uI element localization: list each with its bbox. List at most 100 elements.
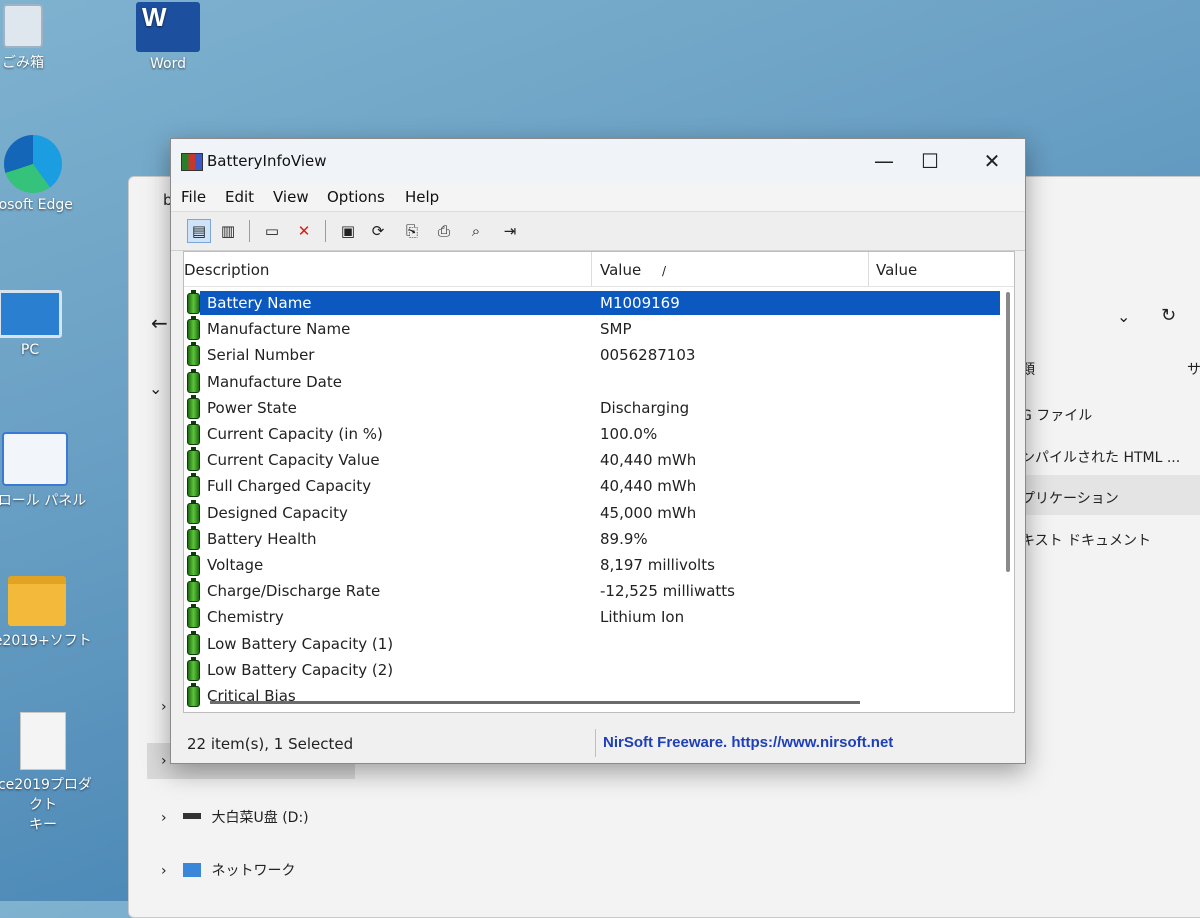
battery-info-mode-icon[interactable]: ▤ [187, 219, 211, 243]
column-header-description[interactable]: Description [184, 261, 269, 279]
row-description: Designed Capacity [207, 503, 348, 522]
nirsoft-link[interactable]: NirSoft Freeware. https://www.nirsoft.ne… [603, 734, 893, 751]
chevron-right-icon[interactable]: › [161, 699, 167, 715]
edge-icon [4, 135, 62, 193]
table-row[interactable]: Manufacture Name SMP [184, 315, 1002, 341]
chevron-right-icon: › [161, 810, 167, 826]
row-description: Low Battery Capacity (2) [207, 660, 394, 679]
table-row[interactable]: Current Capacity (in %) 100.0% [184, 420, 1002, 446]
status-bar: 22 item(s), 1 Selected NirSoft Freeware.… [183, 729, 1019, 759]
row-value: 100.0% [600, 425, 658, 443]
battery-info-list[interactable]: Description Value / Value Battery Name M1… [183, 251, 1015, 713]
menu-help[interactable]: Help [405, 188, 439, 206]
desktop-icon-label: ice2019プロダクト キー [0, 777, 92, 833]
row-description: Voltage [207, 556, 264, 574]
table-row[interactable]: Manufacture Date [184, 368, 1002, 394]
column-header-row: Description Value / Value [184, 252, 1014, 287]
row-description: Battery Health [207, 529, 317, 548]
column-header-value-2[interactable]: Value [876, 261, 917, 279]
chevron-right-icon[interactable]: › [161, 753, 167, 769]
nav-item-label: ネットワーク [211, 863, 296, 879]
save-icon[interactable]: ▣ [337, 220, 359, 242]
file-type-item[interactable]: キスト ドキュメント [1021, 530, 1151, 550]
table-row[interactable]: Charge/Discharge Rate -12,525 milliwatts [184, 577, 1002, 603]
row-description: Serial Number [207, 346, 315, 365]
refresh-icon[interactable]: ⟳ [367, 220, 389, 242]
menu-file[interactable]: File [181, 188, 206, 206]
battery-icon [187, 630, 200, 655]
battery-log-mode-icon[interactable]: ▥ [217, 220, 239, 242]
minimize-button[interactable]: — [861, 147, 907, 175]
table-row[interactable]: Voltage 8,197 millivolts [184, 551, 1002, 577]
row-value: 0056287103 [600, 346, 696, 365]
desktop-icon-document[interactable]: ice2019プロダクト キー [0, 712, 98, 834]
table-row[interactable]: Low Battery Capacity (2) [184, 656, 1002, 682]
menu-bar: File Edit View Options Help [171, 183, 1025, 212]
copy-icon[interactable]: ⎘ [401, 220, 423, 242]
table-row[interactable]: Designed Capacity 45,000 mWh [184, 499, 1002, 525]
row-value: -12,525 milliwatts [600, 582, 735, 601]
control-panel-icon [2, 432, 68, 486]
file-type-item[interactable]: プリケーション [1021, 488, 1119, 508]
desktop-icon-pc[interactable]: PC [0, 290, 85, 358]
desktop-icon-label: Word [150, 56, 186, 72]
recycle-bin-icon [3, 4, 43, 48]
battery-icon [187, 421, 200, 445]
report-icon[interactable]: ⎙ [433, 220, 455, 242]
properties-icon[interactable]: ▭ [261, 220, 283, 242]
desktop-icon-label: ごみ箱 [2, 55, 44, 71]
desktop-icon-word[interactable]: W Word [113, 2, 223, 72]
menu-view[interactable]: View [273, 188, 309, 206]
toolbar: ▤ ▥ ▭ ✕ ▣ ⟳ ⎘ ⎙ ⌕ ⇥ [171, 212, 1025, 251]
table-row[interactable]: Full Charged Capacity 40,440 mWh [184, 472, 1002, 498]
chevron-down-icon[interactable]: ⌄ [149, 379, 162, 398]
vertical-scrollbar[interactable] [1006, 292, 1010, 572]
table-row[interactable]: Chemistry Lithium Ion [184, 603, 1002, 629]
desktop-icon-label: PC [20, 342, 40, 358]
menu-options[interactable]: Options [327, 188, 385, 206]
battery-icon [187, 473, 200, 498]
row-value: Lithium Ion [600, 608, 685, 627]
desktop-icon-recycle-bin[interactable]: ごみ箱 [0, 4, 78, 72]
column-divider[interactable] [591, 252, 592, 286]
row-description: Current Capacity (in %) [207, 425, 383, 443]
back-arrow-icon[interactable]: ← [151, 311, 168, 335]
row-value: 45,000 mWh [600, 503, 697, 522]
desktop-icon-edge[interactable]: rosoft Edge [0, 135, 88, 213]
row-value: Discharging [600, 398, 690, 417]
table-row[interactable]: Current Capacity Value 40,440 mWh [184, 446, 1002, 472]
delete-icon[interactable]: ✕ [293, 220, 315, 242]
nav-item-network[interactable]: › ネットワーク [161, 860, 296, 880]
battery-icon [187, 656, 200, 681]
table-row[interactable]: Critical Bias [184, 682, 1002, 708]
status-item-count: 22 item(s), 1 Selected [187, 735, 354, 753]
desktop-icon-folder[interactable]: ice2019+ソフト [0, 576, 92, 650]
battery-icon [187, 499, 200, 524]
find-icon[interactable]: ⌕ [465, 220, 487, 242]
battery-icon [187, 552, 200, 576]
row-value: M1009169 [600, 294, 680, 312]
menu-edit[interactable]: Edit [225, 188, 254, 206]
column-header-value[interactable]: Value [600, 261, 641, 279]
table-row[interactable]: Power State Discharging [184, 394, 1002, 420]
close-button[interactable]: ✕ [969, 147, 1015, 175]
file-type-item[interactable]: ンパイルされた HTML ... [1021, 447, 1180, 467]
file-type-item[interactable]: G ファイル [1021, 405, 1092, 425]
table-row[interactable]: Battery Name M1009169 [184, 289, 1002, 315]
horizontal-scrollbar[interactable] [210, 701, 860, 704]
refresh-icon[interactable]: ↻ [1161, 305, 1176, 326]
row-description: Charge/Discharge Rate [207, 582, 381, 601]
table-row[interactable]: Battery Health 89.9% [184, 525, 1002, 551]
dropdown-chevron-icon[interactable]: ⌄ [1117, 307, 1130, 326]
desktop-icon-control-panel[interactable]: トロール パネル [0, 432, 90, 510]
maximize-button[interactable]: ☐ [907, 147, 953, 175]
table-row[interactable]: Serial Number 0056287103 [184, 341, 1002, 367]
title-bar[interactable]: BatteryInfoView — ☐ ✕ [171, 139, 1025, 183]
exit-icon[interactable]: ⇥ [499, 220, 521, 242]
row-description: Critical Bias [207, 687, 296, 705]
column-divider[interactable] [868, 252, 869, 286]
nav-item-usb-drive[interactable]: › 大白菜U盘 (D:) [161, 807, 309, 827]
table-row[interactable]: Low Battery Capacity (1) [184, 630, 1002, 656]
batteryinfoview-window[interactable]: BatteryInfoView — ☐ ✕ File Edit View Opt… [170, 138, 1026, 764]
nav-item-label: 大白菜U盘 (D:) [211, 810, 309, 826]
